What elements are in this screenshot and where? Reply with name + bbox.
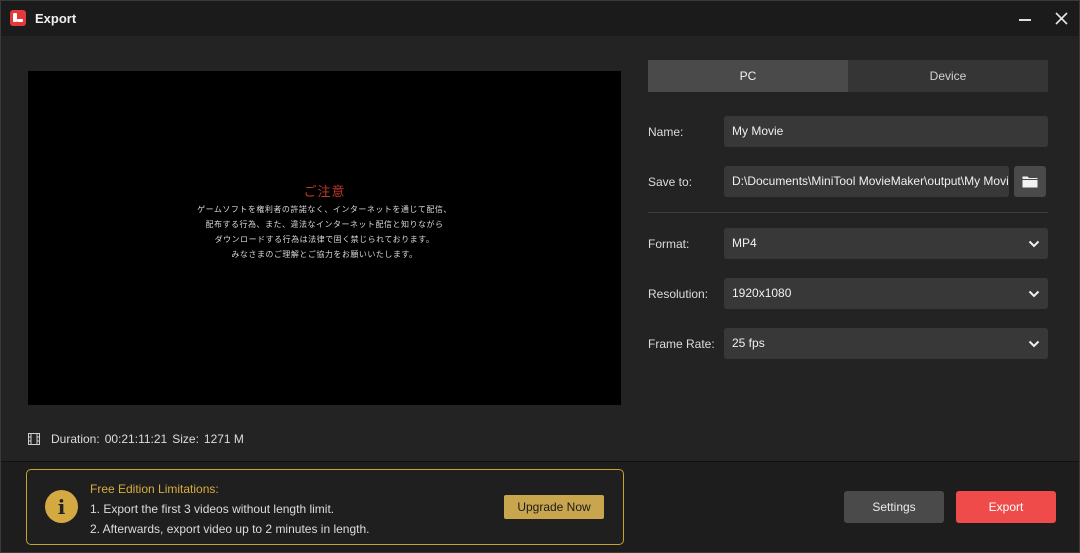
frame-rate-value: 25 fps (732, 336, 765, 350)
form-divider (648, 212, 1048, 213)
notice-line: 配布する行為、また、違法なインターネット配信と知りながら (205, 220, 444, 229)
notice-line: ゲームソフトを権利者の許諾なく、インターネットを通じて配信、 (197, 205, 452, 214)
tab-pc[interactable]: PC (648, 60, 848, 92)
format-value: MP4 (732, 236, 757, 250)
minimize-button[interactable] (1005, 1, 1045, 36)
close-icon (1054, 12, 1068, 25)
save-to-label: Save to: (648, 175, 693, 189)
duration-value: 00:21:11:21 (104, 432, 168, 446)
resolution-label: Resolution: (648, 287, 709, 301)
folder-icon (1022, 176, 1038, 188)
format-select[interactable]: MP4 (724, 228, 1048, 259)
window-title: Export (35, 11, 77, 26)
resolution-select[interactable]: 1920x1080 (724, 278, 1048, 309)
title-bar: Export (1, 1, 1079, 36)
limitation-line: 1. Export the first 3 videos without len… (90, 502, 335, 516)
info-icon: i (45, 490, 78, 523)
tab-device[interactable]: Device (848, 60, 1048, 92)
export-target-tabs: PC Device (648, 60, 1048, 92)
video-preview: ご注意 ゲームソフトを権利者の許諾なく、インターネットを通じて配信、 配布する行… (28, 71, 621, 405)
save-path-input[interactable]: D:\Documents\MiniTool MovieMaker\output\… (724, 166, 1009, 197)
limitations-title: Free Edition Limitations: (90, 482, 219, 496)
minitool-logo-icon (10, 10, 26, 26)
frame-rate-select[interactable]: 25 fps (724, 328, 1048, 359)
size-value: 1271 M (203, 432, 244, 446)
frame-rate-label: Frame Rate: (648, 337, 715, 351)
name-input[interactable]: My Movie (724, 116, 1048, 147)
chevron-down-icon (1028, 340, 1040, 348)
settings-button[interactable]: Settings (844, 491, 944, 523)
notice-line: ダウンロードする行為は法律で固く禁じられております。 (214, 235, 435, 244)
export-window: Export ご注意 ゲームソフトを権利者の許諾なく、インターネットを通じて配信… (0, 0, 1080, 553)
upgrade-now-button[interactable]: Upgrade Now (504, 495, 604, 519)
film-icon (28, 433, 40, 445)
video-info-row: Duration: 00:21:11:21 Size: 1271 M (28, 431, 244, 447)
close-button[interactable] (1041, 1, 1080, 36)
name-label: Name: (648, 125, 684, 139)
notice-title: ご注意 (303, 185, 346, 200)
resolution-value: 1920x1080 (732, 286, 792, 300)
duration-label: Duration: (51, 432, 100, 446)
browse-folder-button[interactable] (1014, 166, 1046, 197)
minimize-icon (1019, 18, 1031, 21)
chevron-down-icon (1028, 240, 1040, 248)
export-button[interactable]: Export (956, 491, 1056, 523)
notice-line: みなさまのご理解とご協力をお願いいたします。 (231, 250, 418, 259)
format-label: Format: (648, 237, 690, 251)
limitation-line: 2. Afterwards, export video up to 2 minu… (90, 522, 370, 536)
size-label: Size: (172, 432, 199, 446)
chevron-down-icon (1028, 290, 1040, 298)
